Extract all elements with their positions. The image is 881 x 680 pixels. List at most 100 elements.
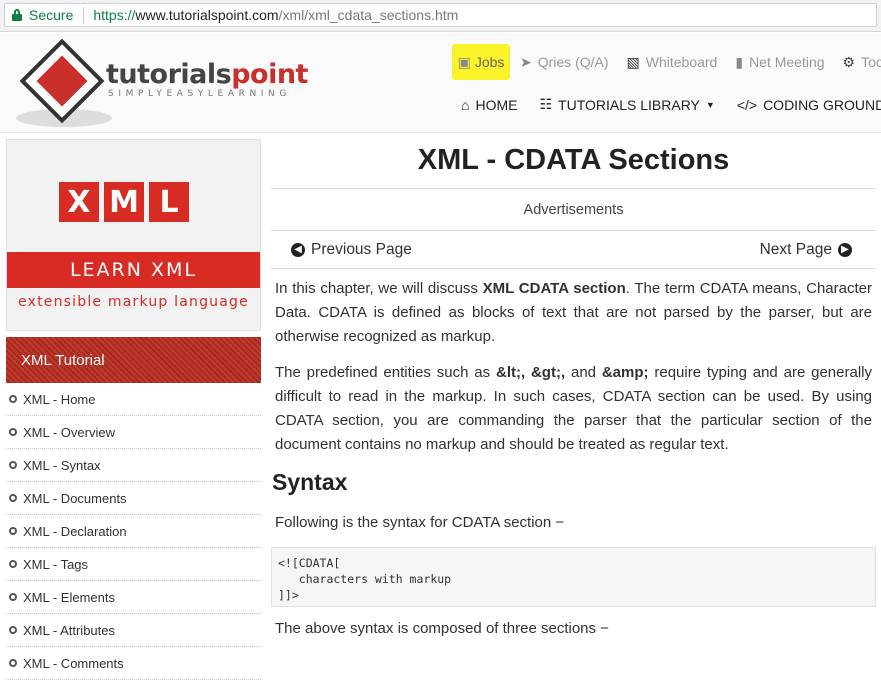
tools-label: Too (861, 54, 881, 70)
next-page-label: Next Page (759, 240, 832, 258)
url-field[interactable]: Secure https:// www.tutorialspoint.com /… (4, 3, 877, 27)
next-page-link[interactable]: Next Page ▶ (760, 241, 852, 259)
entities-paragraph: The predefined entities such as &lt;, &g… (271, 361, 876, 457)
logo-text-dark: tutorials (106, 59, 232, 90)
banner-letter: L (149, 182, 189, 222)
xml-letters: X M L (59, 182, 189, 222)
sidebar-item[interactable]: XML - Declaration (6, 515, 261, 548)
site-logo[interactable]: tutorialspoint SIMPLYEASYLEARNING (14, 37, 334, 129)
sidebar: X M L LEARN XML extensible markup langua… (6, 139, 261, 680)
whiteboard-icon: ▧ (626, 53, 640, 70)
sidebar-item-label: XML - Declaration (23, 523, 127, 539)
sidebar-item[interactable]: XML - Syntax (6, 449, 261, 482)
sidebar-item[interactable]: XML - Tags (6, 548, 261, 581)
banner-learn: LEARN XML (7, 252, 260, 288)
previous-page-link[interactable]: ◀ Previous Page (291, 241, 412, 259)
syntax-intro: Following is the syntax for CDATA sectio… (275, 514, 565, 531)
xml-banner: X M L LEARN XML extensible markup langua… (6, 139, 261, 331)
page-title: XML - CDATA Sections (271, 137, 876, 189)
bold-term: XML CDATA section (482, 280, 626, 297)
video-camera-icon: ▮ (735, 53, 744, 70)
bullet-icon (9, 494, 17, 502)
sidebar-item-label: XML - Elements (23, 589, 115, 605)
code-block: <![CDATA[ characters with markup ]]> (271, 547, 876, 607)
advertisements-label: Advertisements (271, 189, 876, 231)
whiteboard-link[interactable]: ▧ Whiteboard (627, 54, 718, 71)
previous-page-label: Previous Page (311, 240, 412, 258)
logo-wordmark: tutorialspoint (106, 59, 308, 90)
sidebar-item[interactable]: XML - Documents (6, 482, 261, 515)
browser-address-bar: Secure https:// www.tutorialspoint.com /… (0, 0, 881, 32)
logo-text-red: point (231, 59, 308, 90)
banner-letter: X (59, 182, 99, 222)
bullet-icon (9, 659, 17, 667)
sidebar-item[interactable]: XML - Overview (6, 416, 261, 449)
nav-coding-ground[interactable]: </> CODING GROUND (737, 97, 881, 113)
code-icon: </> (736, 96, 758, 113)
bold-term: &lt;, &gt;, (495, 364, 566, 381)
sitemap-icon: ☷ (539, 96, 553, 112)
sidebar-item-label: XML - Comments (23, 655, 124, 671)
net-meeting-label: Net Meeting (749, 54, 825, 70)
syntax-explanation: The above syntax is composed of three se… (275, 620, 609, 637)
bullet-icon (9, 560, 17, 568)
qries-link[interactable]: ➤ Qries (Q/A) (520, 54, 609, 71)
address-divider (83, 7, 85, 23)
secure-label: Secure (29, 7, 74, 23)
bullet-icon (9, 428, 17, 436)
banner-subtitle: extensible markup language (18, 294, 249, 310)
sidebar-item-label: XML - Syntax (23, 457, 101, 473)
caret-down-icon: ▼ (705, 99, 715, 110)
paper-plane-icon: ➤ (520, 53, 532, 70)
top-nav: ▣ Jobs ➤ Qries (Q/A) ▧ Whiteboard ▮ Net … (452, 44, 881, 80)
nav-home[interactable]: ⌂ HOME (461, 97, 517, 113)
bullet-icon (9, 626, 17, 634)
sidebar-heading[interactable]: XML Tutorial (6, 337, 261, 383)
text-run: and (565, 364, 602, 381)
jobs-link[interactable]: ▣ Jobs (452, 44, 510, 80)
jobs-label: Jobs (474, 54, 505, 70)
sidebar-item-label: XML - Attributes (23, 622, 115, 638)
syntax-heading: Syntax (272, 469, 348, 495)
url-host: www.tutorialspoint.com (135, 7, 279, 23)
sidebar-item-label: XML - Tags (23, 556, 89, 572)
lock-icon (12, 9, 22, 21)
nav-tutorials-library-label: TUTORIALS LIBRARY (558, 96, 700, 113)
bullet-icon (9, 527, 17, 535)
nav-coding-ground-label: CODING GROUND (763, 96, 881, 113)
text-run: In this chapter, we will discuss (275, 280, 483, 297)
intro-paragraph: In this chapter, we will discuss XML CDA… (271, 277, 876, 349)
whiteboard-label: Whiteboard (645, 54, 718, 70)
text-run: The predefined entities such as (275, 364, 496, 381)
tools-link[interactable]: ⚙ Too (843, 54, 881, 71)
sidebar-item[interactable]: XML - Attributes (6, 614, 261, 647)
net-meeting-link[interactable]: ▮ Net Meeting (735, 54, 824, 71)
bullet-icon (9, 461, 17, 469)
sidebar-list: XML - Home XML - Overview XML - Syntax X… (6, 383, 261, 680)
nav-home-label: HOME (475, 96, 518, 113)
sidebar-item-label: XML - Overview (23, 424, 115, 440)
sidebar-item-label: XML - Documents (23, 490, 127, 506)
page-navigation: ◀ Previous Page Next Page ▶ (271, 231, 876, 269)
sidebar-item[interactable]: XML - Elements (6, 581, 261, 614)
bold-term: &amp; (601, 364, 649, 381)
gear-icon: ⚙ (842, 53, 856, 70)
briefcase-icon: ▣ (457, 53, 471, 70)
sidebar-item[interactable]: XML - Comments (6, 647, 261, 680)
logo-tagline: SIMPLYEASYLEARNING (108, 89, 291, 99)
url-scheme: https:// (93, 7, 136, 23)
home-icon: ⌂ (461, 96, 470, 113)
main-content: XML - CDATA Sections Advertisements ◀ Pr… (271, 137, 876, 641)
bullet-icon (9, 593, 17, 601)
bullet-icon (9, 395, 17, 403)
sidebar-item[interactable]: XML - Home (6, 383, 261, 416)
qries-label: Qries (Q/A) (537, 54, 609, 70)
site-header: tutorialspoint SIMPLYEASYLEARNING ▣ Jobs… (0, 33, 881, 133)
banner-letter: M (104, 182, 144, 222)
nav-tutorials-library[interactable]: ☷ TUTORIALS LIBRARY ▼ (539, 96, 714, 113)
main-nav: ⌂ HOME ☷ TUTORIALS LIBRARY ▼ </> CODING … (461, 96, 881, 113)
url-path: /xml/xml_cdata_sections.htm (278, 7, 459, 23)
arrow-left-circle-icon: ◀ (291, 242, 305, 257)
sidebar-item-label: XML - Home (23, 391, 96, 407)
arrow-right-circle-icon: ▶ (838, 242, 852, 257)
